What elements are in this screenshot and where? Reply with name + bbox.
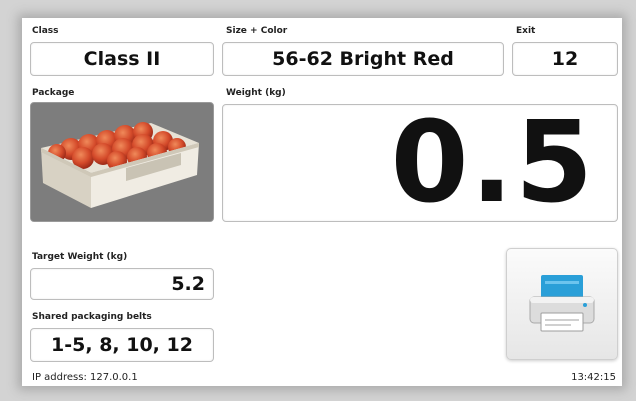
class-field: Class II: [30, 42, 214, 76]
weight-label: Weight (kg): [226, 88, 286, 98]
shared-belts-field: 1-5, 8, 10, 12: [30, 328, 214, 362]
scale-terminal-screen: Class Class II Size + Color 56-62 Bright…: [22, 18, 622, 386]
size-color-label: Size + Color: [226, 26, 288, 36]
printer-icon: [529, 275, 595, 332]
target-weight-field: 5.2: [30, 268, 214, 300]
size-color-field: 56-62 Bright Red: [222, 42, 504, 76]
exit-label: Exit: [516, 26, 536, 36]
class-label: Class: [32, 26, 59, 36]
shared-belts-label: Shared packaging belts: [32, 312, 152, 322]
package-label: Package: [32, 88, 75, 98]
target-weight-label: Target Weight (kg): [32, 252, 128, 262]
print-button[interactable]: [506, 248, 618, 360]
clock-text: 13:42:15: [571, 372, 616, 383]
ip-address-text: IP address: 127.0.0.1: [32, 372, 138, 383]
exit-field: 12: [512, 42, 618, 76]
weight-display: 0.5: [222, 98, 618, 228]
package-image: [30, 102, 214, 222]
